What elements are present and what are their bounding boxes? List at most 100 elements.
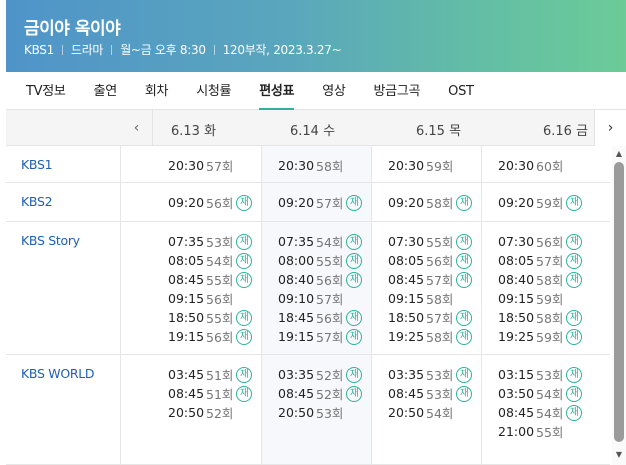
- episode-number: 53회: [426, 368, 454, 383]
- schedule-cell: 20:30 57회: [168, 156, 233, 175]
- next-dates-button[interactable]: ›: [594, 110, 626, 146]
- air-time: 09:20: [278, 195, 315, 210]
- airing-slot: 08:45 54회 재: [498, 403, 583, 422]
- airing-slot: 18:50 55회 재: [168, 308, 253, 327]
- airing-slot: 08:05 57회 재: [498, 251, 583, 270]
- episode-number: 57회: [426, 311, 454, 326]
- episode-number: 53회: [316, 406, 344, 421]
- rerun-badge-icon: 재: [456, 194, 473, 211]
- air-time: 08:00: [278, 253, 315, 268]
- episode-number: 57회: [206, 159, 234, 174]
- air-time: 03:35: [388, 367, 425, 382]
- tab-song[interactable]: 방금그곡: [374, 80, 421, 109]
- rerun-badge-icon: 재: [566, 309, 583, 326]
- tab-video[interactable]: 영상: [322, 80, 346, 109]
- air-time: 03:15: [498, 367, 535, 382]
- airing-slot: 18:50 58회 재: [498, 308, 583, 327]
- schedule-cell: 09:20 58회 재: [388, 193, 473, 212]
- episode-number: 52회: [316, 368, 344, 383]
- episode-number: 56회: [316, 311, 344, 326]
- episode-number: 52회: [206, 406, 234, 421]
- rerun-badge-icon: 재: [456, 366, 473, 383]
- airing-slot: 20:30 57회: [168, 156, 233, 175]
- airing-slot: 20:30 58회: [278, 156, 343, 175]
- date-header: 6.14 수: [290, 124, 336, 139]
- meta-divider: [213, 44, 215, 55]
- channel-link[interactable]: KBS1: [21, 157, 53, 172]
- schedule-cell: 07:35 53회 재 08:05 54회 재 08:45 55회 재 09:15 56회 18:50…: [168, 232, 253, 346]
- scroll-thumb[interactable]: [614, 162, 624, 442]
- tab-ost[interactable]: OST: [448, 84, 474, 109]
- schedule-cell: 03:35 53회 재 08:45 53회 재 20:50 54회: [388, 365, 473, 422]
- episode-number: 55회: [426, 235, 454, 250]
- tab-tv-info[interactable]: TV정보: [26, 80, 66, 109]
- episode-number: 53회: [536, 368, 564, 383]
- meta-divider: [111, 44, 113, 55]
- channel-link[interactable]: KBS Story: [21, 233, 80, 248]
- episode-number: 58회: [426, 196, 454, 211]
- rerun-badge-icon: 재: [456, 271, 473, 288]
- schedule-cell: 03:15 53회 재 03:50 54회 재 08:45 54회 재 21:00 55회: [498, 365, 583, 441]
- channel-link[interactable]: KBS WORLD: [21, 366, 95, 381]
- rerun-badge-icon: 재: [566, 366, 583, 383]
- episode-number: 55회: [536, 425, 564, 440]
- meta-divider: [61, 44, 63, 55]
- airing-slot: 07:35 54회 재: [278, 232, 363, 251]
- airing-slot: 09:15 59회: [498, 289, 582, 308]
- airing-slot: 08:45 51회 재: [168, 384, 253, 403]
- date-header: 6.16 금: [543, 124, 589, 139]
- rerun-badge-icon: 재: [346, 252, 363, 269]
- scrollbar[interactable]: ▲ ▼: [612, 146, 626, 465]
- episode-number: 54회: [206, 254, 234, 269]
- episode-number: 56회: [206, 196, 234, 211]
- air-time: 19:25: [388, 329, 425, 344]
- air-time: 09:20: [168, 195, 205, 210]
- rerun-badge-icon: 재: [236, 309, 253, 326]
- rerun-badge-icon: 재: [346, 366, 363, 383]
- tab-cast[interactable]: 출연: [94, 80, 118, 109]
- airing-slot: 08:45 57회 재: [388, 270, 473, 289]
- episode-number: 57회: [426, 273, 454, 288]
- airing-slot: 08:00 55회 재: [278, 251, 363, 270]
- tab-bar: TV정보 출연 회차 시청률 편성표 영상 방금그곡 OST: [6, 72, 626, 110]
- air-time: 08:05: [498, 253, 535, 268]
- airing-slot: 08:05 54회 재: [168, 251, 253, 270]
- airing-slot: 09:20 58회 재: [388, 193, 473, 212]
- airing-slot: 03:45 51회 재: [168, 365, 253, 384]
- tab-schedule[interactable]: 편성표: [259, 80, 294, 110]
- airing-slot: 19:15 57회 재: [278, 327, 363, 346]
- rerun-badge-icon: 재: [346, 309, 363, 326]
- airing-slot: 03:15 53회 재: [498, 365, 583, 384]
- rerun-badge-icon: 재: [346, 233, 363, 250]
- rerun-badge-icon: 재: [456, 252, 473, 269]
- airing-slot: 08:45 52회 재: [278, 384, 363, 403]
- rerun-badge-icon: 재: [346, 328, 363, 345]
- scroll-up-icon[interactable]: ▲: [612, 146, 626, 160]
- air-time: 08:45: [388, 272, 425, 287]
- air-time: 03:50: [498, 386, 535, 401]
- tab-ratings[interactable]: 시청률: [196, 80, 231, 109]
- rerun-badge-icon: 재: [236, 366, 253, 383]
- air-time: 09:15: [498, 291, 535, 306]
- rerun-badge-icon: 재: [566, 252, 583, 269]
- episode-number: 60회: [536, 159, 564, 174]
- tab-episodes[interactable]: 회차: [145, 80, 169, 109]
- episode-number: 52회: [316, 387, 344, 402]
- channel-link[interactable]: KBS2: [21, 194, 53, 209]
- air-time: 07:35: [278, 234, 315, 249]
- rerun-badge-icon: 재: [346, 385, 363, 402]
- prev-dates-button[interactable]: ‹: [121, 110, 153, 146]
- episode-number: 58회: [426, 330, 454, 345]
- air-time: 08:45: [168, 386, 205, 401]
- air-time: 08:45: [278, 386, 315, 401]
- airing-slot: 03:35 52회 재: [278, 365, 363, 384]
- air-time: 18:50: [388, 310, 425, 325]
- airing-slot: 03:50 54회 재: [498, 384, 583, 403]
- airing-slot: 20:50 54회: [388, 403, 472, 422]
- air-time: 03:45: [168, 367, 205, 382]
- scroll-down-icon[interactable]: ▼: [612, 447, 626, 461]
- schedule-grid: KBS1 20:30 57회 20:30 58회 20:30 59회 20:30 60회 KBS2…: [6, 146, 610, 465]
- episode-number: 57회: [316, 196, 344, 211]
- airing-slot: 08:40 56회 재: [278, 270, 363, 289]
- air-time: 07:35: [168, 234, 205, 249]
